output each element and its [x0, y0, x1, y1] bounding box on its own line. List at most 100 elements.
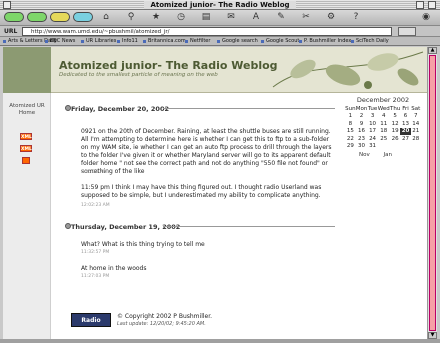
calendar-day[interactable]: 24	[367, 135, 377, 143]
sidebar: Atomized UR Home XML XML	[3, 93, 51, 339]
search-icon[interactable]: ⚲	[125, 12, 137, 23]
calendar-day[interactable]: 9	[356, 120, 368, 128]
calendar-day[interactable]: 23	[356, 135, 368, 143]
blog-title: Atomized junior- The Radio Weblog	[59, 59, 278, 72]
bookmark-item[interactable]: Britannica.com	[142, 38, 186, 45]
edit-icon[interactable]: ✂	[300, 12, 312, 23]
vertical-scrollbar[interactable]: ▲ ▼	[427, 47, 437, 339]
bookmark-item[interactable]: UR Libraries	[80, 38, 116, 45]
font-icon[interactable]: A	[250, 12, 262, 23]
calendar-grid: Sun Mon Tue Wed Thu Fri Sat 1 2 3 4 5 6 …	[345, 105, 421, 150]
status-bar	[0, 339, 440, 343]
home-icon[interactable]: ⌂	[100, 12, 112, 23]
calendar-day[interactable]: 8	[345, 120, 356, 128]
mail-icon[interactable]: ✉	[225, 12, 237, 23]
print-icon[interactable]: ▤	[200, 12, 212, 23]
footer-last-update: Last update: 12/20/02; 9:45:20 AM.	[117, 321, 206, 327]
history-icon[interactable]: ◷	[175, 12, 187, 23]
calendar-day[interactable]: 22	[345, 135, 356, 143]
post-timestamp[interactable]: 9:25:18 AM	[81, 170, 107, 175]
calendar-header: Sat	[411, 105, 421, 112]
calendar-day[interactable]: 14	[411, 120, 421, 128]
bookmark-item[interactable]: P. Bushmiller Index	[298, 38, 351, 45]
reload-button[interactable]	[73, 12, 93, 22]
leaf-decoration-icon	[272, 51, 424, 89]
home-link[interactable]: Atomized UR Home	[5, 103, 49, 117]
calendar-day	[411, 143, 421, 151]
calendar-header: Thu	[389, 105, 401, 112]
favorites-icon[interactable]: ★	[150, 12, 162, 23]
calendar-day[interactable]: 10	[367, 120, 377, 128]
browser-logo-icon: ◉	[422, 12, 430, 22]
calendar-day[interactable]: 4	[378, 113, 390, 121]
xml-badge[interactable]: XML	[20, 133, 32, 140]
tools-icon[interactable]: ⚙	[325, 12, 337, 23]
mail-icon[interactable]	[22, 157, 30, 164]
post-timestamp[interactable]: 12:02:23 AM	[81, 203, 110, 208]
scroll-up-arrow-icon[interactable]: ▲	[428, 47, 437, 54]
post-timestamp[interactable]: 11:32:57 PM	[81, 250, 109, 255]
bookmark-item[interactable]: BBC News	[44, 38, 75, 45]
stop-button[interactable]	[50, 12, 70, 22]
window-titlebar[interactable]: Atomized junior- The Radio Weblog	[0, 0, 440, 10]
calendar-day[interactable]: 15	[345, 128, 356, 136]
calendar: December 2002 Sun Mon Tue Wed Thu Fri Sa…	[345, 96, 421, 158]
post-date: Friday, December 20, 2002	[71, 105, 169, 113]
bookmark-item[interactable]: Google search	[216, 38, 258, 45]
calendar-prev-link[interactable]: Nov	[359, 152, 370, 158]
calendar-day-today[interactable]: 20	[400, 127, 411, 135]
forward-button[interactable]	[27, 12, 47, 22]
calendar-day[interactable]: 18	[378, 128, 390, 136]
collapse-box-icon[interactable]	[428, 1, 436, 9]
calendar-header: Mon	[355, 105, 368, 112]
calendar-day[interactable]: 12	[390, 120, 401, 128]
preferences-icon[interactable]: ✎	[275, 12, 287, 23]
calendar-nav: Nov Jan	[345, 152, 421, 158]
bookmark-item[interactable]: SciTech Daily	[350, 38, 389, 45]
toolbar: ⌂ ⚲ ★ ◷ ▤ ✉ A ✎ ✂ ⚙ ? ◉	[0, 10, 440, 26]
blog-tagline: Dedicated to the smallest particle of me…	[59, 72, 218, 78]
scroll-thumb[interactable]	[429, 55, 436, 331]
calendar-day[interactable]: 13	[400, 120, 410, 128]
calendar-day[interactable]: 27	[400, 135, 410, 143]
url-label: URL	[4, 28, 18, 35]
calendar-day[interactable]: 6	[400, 113, 410, 121]
url-input[interactable]: http://www.wam.umd.edu/~pbushmil/atomize…	[22, 27, 392, 36]
calendar-day[interactable]: 29	[345, 143, 356, 151]
post-entry: What? What is this thing trying to tell …	[81, 241, 205, 248]
calendar-day[interactable]: 30	[356, 143, 368, 151]
back-button[interactable]	[4, 12, 24, 22]
window-title: Atomized junior- The Radio Weblog	[144, 1, 296, 9]
calendar-next-link[interactable]: Jan	[383, 152, 391, 158]
scroll-down-arrow-icon[interactable]: ▼	[428, 332, 437, 339]
calendar-day[interactable]: 25	[378, 135, 390, 143]
blog-header: Atomized junior- The Radio Weblog Dedica…	[3, 47, 427, 93]
calendar-day[interactable]: 7	[411, 113, 421, 121]
xml-badge[interactable]: XML	[20, 145, 32, 152]
calendar-day[interactable]: 16	[356, 128, 368, 136]
post-timestamp[interactable]: 11:27:03 PM	[81, 274, 109, 279]
calendar-day[interactable]: 5	[390, 113, 401, 121]
help-icon[interactable]: ?	[350, 12, 362, 23]
calendar-day[interactable]: 17	[367, 128, 377, 136]
zoom-box-icon[interactable]	[416, 1, 424, 9]
bookmark-item[interactable]: Google Scout	[260, 38, 299, 45]
radio-badge[interactable]: Radio	[71, 313, 111, 327]
bookmark-item[interactable]: Netfilter	[184, 38, 210, 45]
calendar-header: Tue	[367, 105, 378, 112]
calendar-day[interactable]: 2	[356, 113, 368, 121]
go-button[interactable]	[398, 27, 416, 36]
calendar-day	[378, 143, 390, 151]
calendar-day[interactable]: 11	[378, 120, 390, 128]
calendar-day[interactable]: 1	[345, 113, 356, 121]
bookmark-item[interactable]: Info11	[116, 38, 138, 45]
page-content: Atomized junior- The Radio Weblog Dedica…	[3, 47, 427, 339]
calendar-day[interactable]: 28	[411, 135, 421, 143]
calendar-day[interactable]: 3	[367, 113, 377, 121]
calendar-day[interactable]: 26	[390, 135, 401, 143]
calendar-day[interactable]: 19	[390, 128, 401, 136]
footer-copyright: © Copyright 2002 P Bushmiller.	[117, 313, 213, 320]
calendar-day[interactable]: 31	[367, 143, 377, 151]
calendar-day[interactable]: 21	[411, 128, 421, 136]
calendar-day	[390, 143, 401, 151]
